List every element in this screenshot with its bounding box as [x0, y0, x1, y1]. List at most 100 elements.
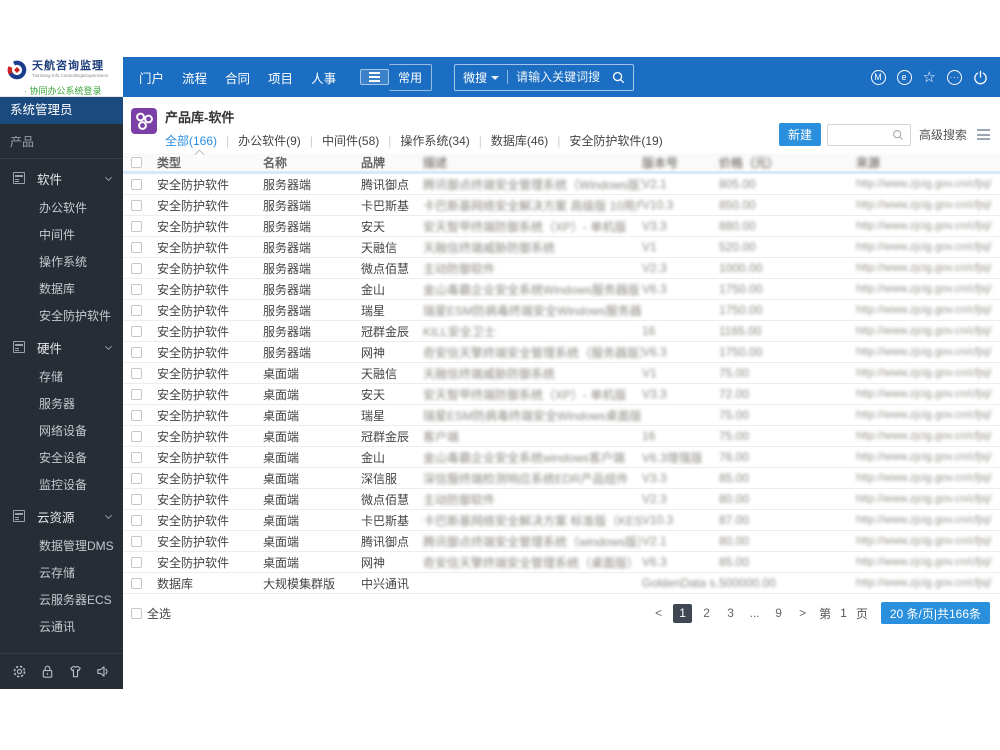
logo[interactable]: 天航咨询监理 Tianhang Info Consulting&Supervis…: [0, 57, 123, 97]
table-row[interactable]: 安全防护软件 桌面端 冠群金辰 客户端 16 75.00 http://www.zjcig.…: [123, 426, 1000, 447]
row-checkbox[interactable]: [131, 241, 142, 253]
login-link[interactable]: · 协同办公系统登录: [24, 84, 119, 97]
search-icon[interactable]: [612, 71, 625, 84]
sidebar-item-2-1[interactable]: 存储: [0, 364, 123, 391]
sidebar-item-1-5[interactable]: 安全防护软件: [0, 303, 123, 330]
header-checkbox[interactable]: [131, 156, 142, 168]
advanced-search-link[interactable]: 高级搜索: [919, 126, 967, 143]
table-row[interactable]: 安全防护软件 服务器端 金山 金山毒霸企业安全系统Windows服务器版 V6.3 175…: [123, 279, 1000, 300]
sidebar-item-3-1[interactable]: 数据管理DMS: [0, 533, 123, 560]
gear-icon[interactable]: [12, 664, 27, 679]
table-search-input[interactable]: [833, 127, 892, 142]
pagination-page-9[interactable]: 9: [769, 604, 788, 623]
sidebar-item-2-4[interactable]: 安全设备: [0, 445, 123, 472]
sidebar-item-1-4[interactable]: 数据库: [0, 276, 123, 303]
pagination-page-...[interactable]: ...: [745, 604, 764, 623]
row-checkbox[interactable]: [131, 409, 142, 421]
row-checkbox[interactable]: [131, 262, 142, 274]
row-checkbox[interactable]: [131, 199, 142, 211]
search-scope-selector[interactable]: 微搜: [463, 69, 487, 86]
table-row[interactable]: 安全防护软件 桌面端 安天 安天智甲终端防御系统（XP）- 单机版 V3.3 72.00 h…: [123, 384, 1000, 405]
sidebar-item-1-1[interactable]: 办公软件: [0, 195, 123, 222]
pagination-page-1[interactable]: 1: [673, 603, 693, 623]
table-row[interactable]: 安全防护软件 服务器端 卡巴斯基 卡巴斯基网络安全解决方案 高级版 10用户... V1…: [123, 195, 1000, 216]
role-banner[interactable]: 系统管理员: [0, 97, 123, 124]
sidebar-group-2[interactable]: 硬件: [0, 330, 123, 364]
menu-toggle-button[interactable]: [360, 69, 390, 85]
table-row[interactable]: 安全防护软件 服务器端 安天 安天智甲终端防御系统（XP）- 单机版 V3.3 880.0…: [123, 216, 1000, 237]
row-checkbox[interactable]: [131, 535, 142, 547]
table-row[interactable]: 安全防护软件 服务器端 天融信 天融信终端威胁防御系统 V1 520.00 http://w…: [123, 237, 1000, 258]
tab-5[interactable]: 数据库(46): [491, 132, 569, 149]
tab-3[interactable]: 中间件(58): [322, 132, 400, 149]
row-checkbox[interactable]: [131, 304, 142, 316]
sidebar-item-3-2[interactable]: 云存储: [0, 560, 123, 587]
list-view-icon[interactable]: [977, 129, 990, 140]
row-checkbox[interactable]: [131, 178, 142, 190]
select-all[interactable]: 全选: [131, 605, 171, 622]
global-search-input[interactable]: [516, 70, 613, 84]
table-row[interactable]: 安全防护软件 桌面端 网神 奇安信天擎终端安全管理系统（桌面版） V6.3 85.00 ht…: [123, 552, 1000, 573]
nav-item-5[interactable]: 人事: [311, 68, 336, 87]
table-row[interactable]: 安全防护软件 桌面端 腾讯御点腾讯御点终端安全管理系统（windows版）V2.1V…: [123, 531, 1000, 552]
table-row[interactable]: 安全防护软件 服务器端 冠群金辰 KILL安全卫士 16 1165.00 http://ww…: [123, 321, 1000, 342]
table-row[interactable]: 安全防护软件 服务器端 瑞星 瑞星ESM防病毒终端安全Windows服务器版 1750.…: [123, 300, 1000, 321]
row-checkbox[interactable]: [131, 514, 142, 526]
sidebar-group-1[interactable]: 软件: [0, 161, 123, 195]
table-row[interactable]: 安全防护软件 服务器端 微点佰慧 主动防御软件 V2.3 1000.00 http://ww…: [123, 258, 1000, 279]
sidebar-item-2-2[interactable]: 服务器: [0, 391, 123, 418]
favorites-star-icon[interactable]: ☆: [923, 69, 936, 85]
pagination-next[interactable]: >: [793, 604, 812, 623]
common-menu-button[interactable]: 常用: [389, 63, 433, 91]
row-checkbox[interactable]: [131, 388, 142, 400]
nav-item-3[interactable]: 合同: [225, 68, 250, 87]
tab-2[interactable]: 办公软件(9): [238, 132, 322, 149]
nav-item-2[interactable]: 流程: [182, 68, 207, 87]
theme-shirt-icon[interactable]: [68, 664, 83, 679]
tab-1[interactable]: 全部(166): [165, 132, 238, 160]
table-row[interactable]: 安全防护软件 桌面端 瑞星 瑞星ESM防病毒终端安全Windows桌面版 75.00 ht…: [123, 405, 1000, 426]
table-row[interactable]: 安全防护软件 桌面端 微点佰慧 主动防御软件 V2.3 80.00 http://www.z…: [123, 489, 1000, 510]
table-row[interactable]: 安全防护软件 服务器端 腾讯御点 腾讯御点终端安全管理系统（Windows版） V2.1…: [123, 174, 1000, 195]
table-row[interactable]: 安全防护软件 桌面端 卡巴斯基卡巴斯基网络安全解决方案 标准版（KES）- 10用.…: [123, 510, 1000, 531]
sidebar-group-3[interactable]: 云资源: [0, 499, 123, 533]
table-row[interactable]: 安全防护软件 桌面端 天融信 天融信终端威胁防御系统 V1 75.00 http://www…: [123, 363, 1000, 384]
row-checkbox[interactable]: [131, 367, 142, 379]
nav-item-1[interactable]: 门户: [139, 68, 164, 87]
row-checkbox[interactable]: [131, 472, 142, 484]
power-icon[interactable]: [973, 70, 988, 85]
select-all-checkbox[interactable]: [131, 607, 142, 619]
table-row[interactable]: 安全防护软件 桌面端 深信服 深信服终端检测响应系统EDR产品组件 V3.3 85.00 h…: [123, 468, 1000, 489]
pagination-prev[interactable]: <: [649, 604, 668, 623]
row-checkbox[interactable]: [131, 451, 142, 463]
table-row[interactable]: 安全防护软件 桌面端 金山 金山毒霸企业安全系统windows客户端 V6.3增强版 76…: [123, 447, 1000, 468]
sidebar-item-1-3[interactable]: 操作系统: [0, 249, 123, 276]
row-checkbox[interactable]: [131, 493, 142, 505]
pagination-page-3[interactable]: 3: [721, 604, 740, 623]
sidebar-item-1-2[interactable]: 中间件: [0, 222, 123, 249]
sidebar-item-3-3[interactable]: 云服务器ECS: [0, 587, 123, 614]
nav-item-4[interactable]: 项目: [268, 68, 293, 87]
table-row[interactable]: 安全防护软件 服务器端 网神 奇安信天擎终端安全管理系统（服务器版） V6.3 1750.…: [123, 342, 1000, 363]
new-button[interactable]: 新建: [778, 123, 821, 146]
pagination-page-2[interactable]: 2: [697, 604, 716, 623]
sidebar-item-3-4[interactable]: 云通讯: [0, 614, 123, 641]
row-checkbox[interactable]: [131, 577, 142, 589]
sidebar-item-2-5[interactable]: 监控设备: [0, 472, 123, 499]
tab-6[interactable]: 安全防护软件(19): [569, 132, 662, 149]
search-icon[interactable]: [892, 129, 904, 141]
tab-4[interactable]: 操作系统(34): [400, 132, 490, 149]
row-checkbox[interactable]: [131, 283, 142, 295]
row-checkbox[interactable]: [131, 556, 142, 568]
page-jump-input[interactable]: 1: [840, 606, 847, 620]
row-checkbox[interactable]: [131, 325, 142, 337]
table-row[interactable]: 数据库 大规模集群版 中兴通讯 GoldenData s... 500000.00 htt…: [123, 573, 1000, 594]
sidebar-item-2-3[interactable]: 网络设备: [0, 418, 123, 445]
lock-icon[interactable]: [40, 664, 55, 679]
speaker-icon[interactable]: [96, 664, 111, 679]
row-checkbox[interactable]: [131, 346, 142, 358]
service-icon[interactable]: e: [896, 69, 912, 85]
more-icon[interactable]: ···: [947, 69, 962, 85]
row-checkbox[interactable]: [131, 220, 142, 232]
row-checkbox[interactable]: [131, 430, 142, 442]
